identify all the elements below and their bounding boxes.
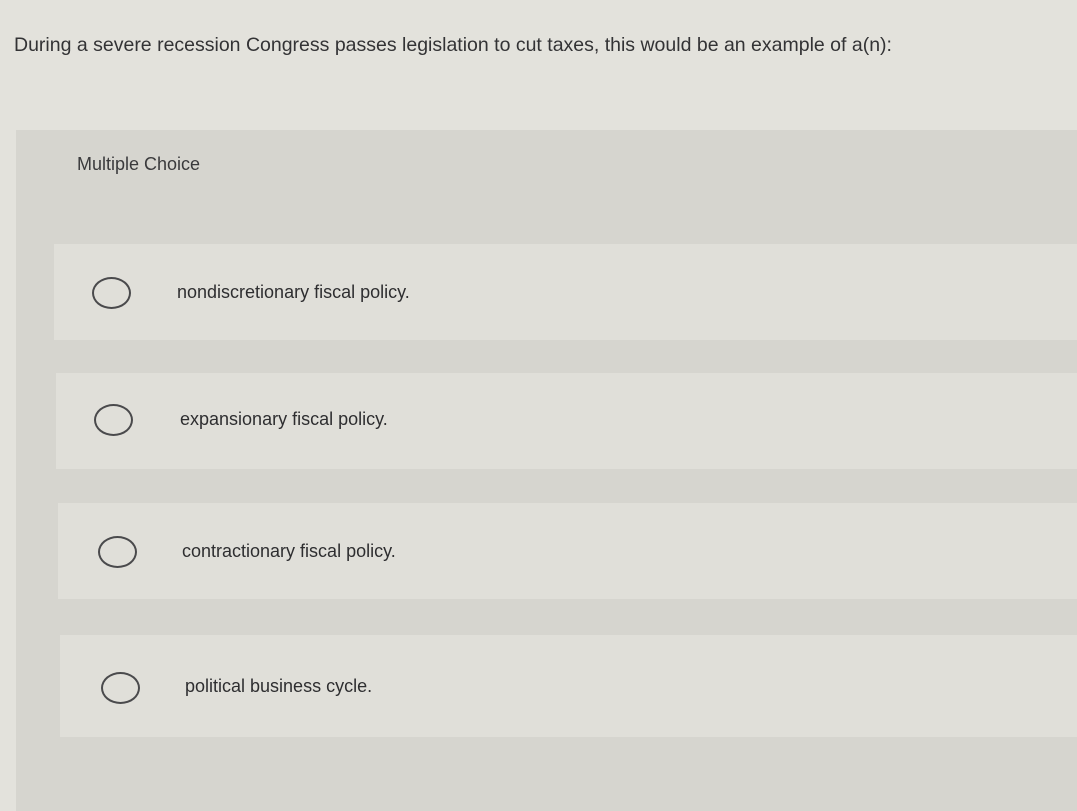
radio-button-icon[interactable]	[92, 277, 131, 309]
answer-option-label: expansionary fiscal policy.	[180, 409, 388, 429]
radio-button-icon[interactable]	[98, 536, 137, 568]
multiple-choice-label: Multiple Choice	[77, 154, 201, 174]
answer-option-label: contractionary fiscal policy.	[182, 541, 396, 561]
answer-option-label: nondiscretionary fiscal policy.	[177, 282, 410, 302]
answer-option-4[interactable]: political business cycle.	[60, 635, 1077, 737]
question-text: During a severe recession Congress passe…	[14, 34, 892, 56]
answer-option-3[interactable]: contractionary fiscal policy.	[58, 503, 1077, 599]
answer-option-label: political business cycle.	[185, 676, 373, 696]
multiple-choice-header: Multiple Choice	[16, 130, 1077, 202]
answer-option-1[interactable]: nondiscretionary fiscal policy.	[54, 244, 1077, 340]
multiple-choice-panel: Multiple Choice nondiscretionary fiscal …	[16, 130, 1077, 811]
answer-option-2[interactable]: expansionary fiscal policy.	[56, 373, 1077, 469]
radio-button-icon[interactable]	[101, 672, 140, 704]
radio-button-icon[interactable]	[94, 404, 133, 436]
